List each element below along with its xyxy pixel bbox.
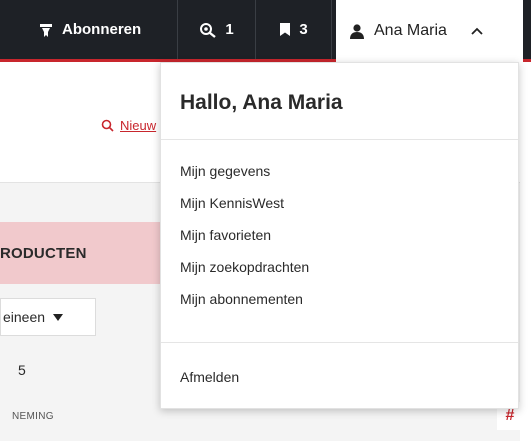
- nav-spacer: [523, 0, 531, 59]
- user-menu-button[interactable]: Ana Maria: [336, 0, 523, 62]
- user-name: Ana Maria: [374, 22, 447, 39]
- subscribe-label: Abonneren: [62, 21, 142, 38]
- ribbon-icon: [38, 22, 54, 38]
- dropdown-divider-bottom: [161, 342, 518, 343]
- saved-searches-button[interactable]: 1: [178, 0, 256, 59]
- dropdown-divider-top: [161, 139, 518, 140]
- search-bell-icon: [199, 22, 217, 38]
- favorites-button[interactable]: 3: [256, 0, 332, 59]
- products-heading: RODUCTEN: [0, 244, 87, 262]
- chevron-up-icon: [471, 27, 483, 35]
- user-icon: [350, 23, 364, 39]
- new-search-label: Nieuw: [120, 118, 157, 133]
- user-dropdown-menu: Hallo, Ana Maria Mijn gegevens Mijn Kenn…: [160, 62, 519, 409]
- menu-item-my-favorites[interactable]: Mijn favorieten: [180, 225, 309, 257]
- products-heading-bar: RODUCTEN: [0, 222, 170, 284]
- menu-item-my-kenniswest[interactable]: Mijn KennisWest: [180, 193, 309, 225]
- filter-select[interactable]: eineen: [0, 298, 96, 336]
- search-icon: [101, 119, 114, 132]
- column-header: NEMING: [12, 411, 54, 422]
- filter-select-value: eineen: [3, 309, 46, 325]
- menu-item-my-searches[interactable]: Mijn zoekopdrachten: [180, 257, 309, 289]
- dropdown-menu-list: Mijn gegevens Mijn KennisWest Mijn favor…: [180, 161, 309, 321]
- logout-link[interactable]: Afmelden: [180, 369, 239, 385]
- result-count: 5: [18, 362, 26, 378]
- menu-item-my-details[interactable]: Mijn gegevens: [180, 161, 309, 193]
- page-right-edge: [520, 62, 531, 441]
- new-search-link[interactable]: Nieuw: [101, 118, 156, 133]
- menu-item-my-subscriptions[interactable]: Mijn abonnementen: [180, 289, 309, 321]
- favorites-count: 3: [299, 21, 308, 38]
- bookmark-icon: [279, 22, 291, 37]
- subscribe-button[interactable]: Abonneren: [0, 0, 178, 59]
- caret-down-icon: [53, 313, 64, 321]
- greeting-heading: Hallo, Ana Maria: [180, 91, 343, 114]
- saved-searches-count: 1: [225, 21, 234, 38]
